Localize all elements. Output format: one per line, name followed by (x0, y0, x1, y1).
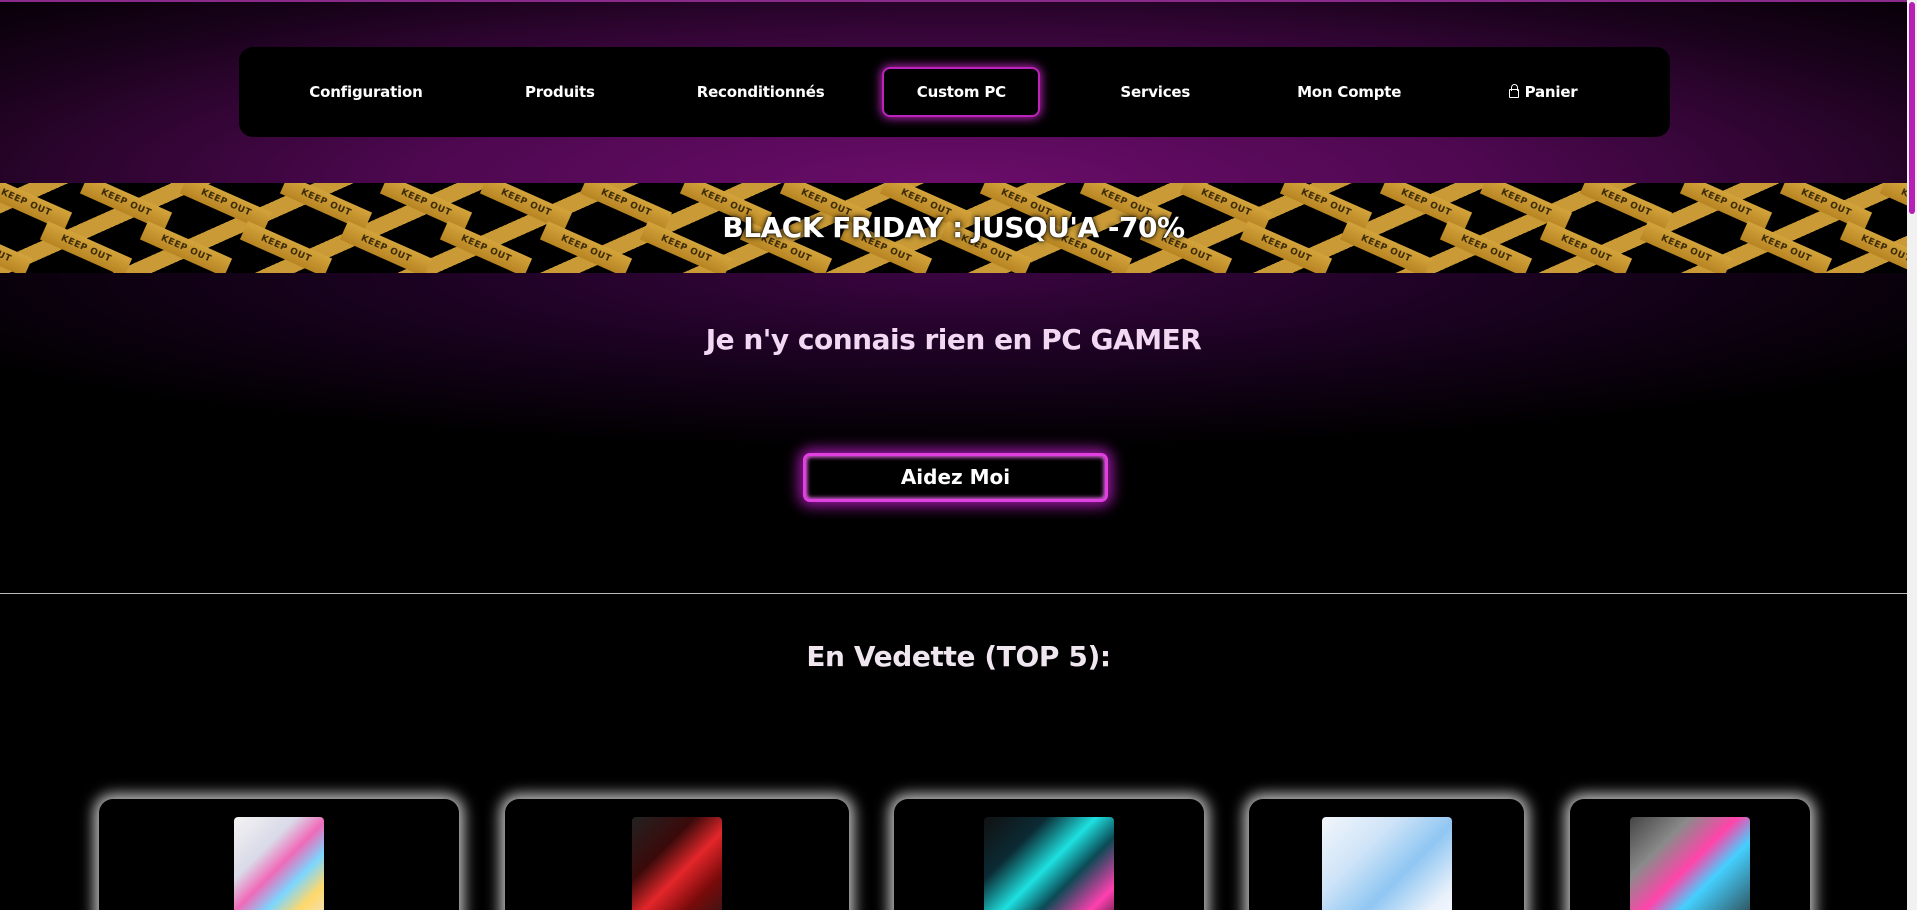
hero-section: Je n'y connais rien en PC GAMER Aidez Mo… (0, 273, 1907, 593)
nav-item-panier[interactable]: Panier (1466, 69, 1620, 115)
header-background: Configuration Produits Reconditionnés Cu… (0, 0, 1907, 183)
promo-text: BLACK FRIDAY : JUSQU'A -70% (722, 211, 1185, 244)
scrollbar-thumb[interactable] (1909, 2, 1915, 214)
section-divider (0, 593, 1907, 594)
product-card[interactable] (1249, 799, 1524, 910)
nav-item-reconditionnes[interactable]: Reconditionnés (677, 69, 845, 115)
pc-case-image (632, 817, 722, 910)
pc-case-image (1630, 817, 1750, 910)
product-card[interactable] (99, 799, 459, 910)
pc-case-image (234, 817, 324, 910)
help-me-button[interactable]: Aidez Moi (803, 453, 1108, 502)
nav-item-produits[interactable]: Produits (483, 69, 637, 115)
nav-item-configuration[interactable]: Configuration (289, 69, 443, 115)
bag-icon (1508, 84, 1519, 98)
nav-item-custom-pc[interactable]: Custom PC (884, 69, 1039, 115)
featured-title: En Vedette (TOP 5): (806, 640, 1111, 673)
pc-case-image (1321, 817, 1452, 910)
pc-case-image (984, 817, 1114, 910)
main-navbar: Configuration Produits Reconditionnés Cu… (239, 47, 1670, 137)
product-card[interactable] (1570, 799, 1810, 910)
nav-item-services[interactable]: Services (1078, 69, 1232, 115)
product-card[interactable] (894, 799, 1204, 910)
nav-item-panier-label: Panier (1524, 83, 1578, 101)
product-card[interactable] (505, 799, 849, 910)
hero-title: Je n'y connais rien en PC GAMER (705, 323, 1202, 356)
nav-item-mon-compte[interactable]: Mon Compte (1272, 69, 1426, 115)
promo-banner[interactable]: KEEP OUT KEEP OUT KEEP OUT KEEP OUT KEEP OUT… (0, 183, 1907, 273)
